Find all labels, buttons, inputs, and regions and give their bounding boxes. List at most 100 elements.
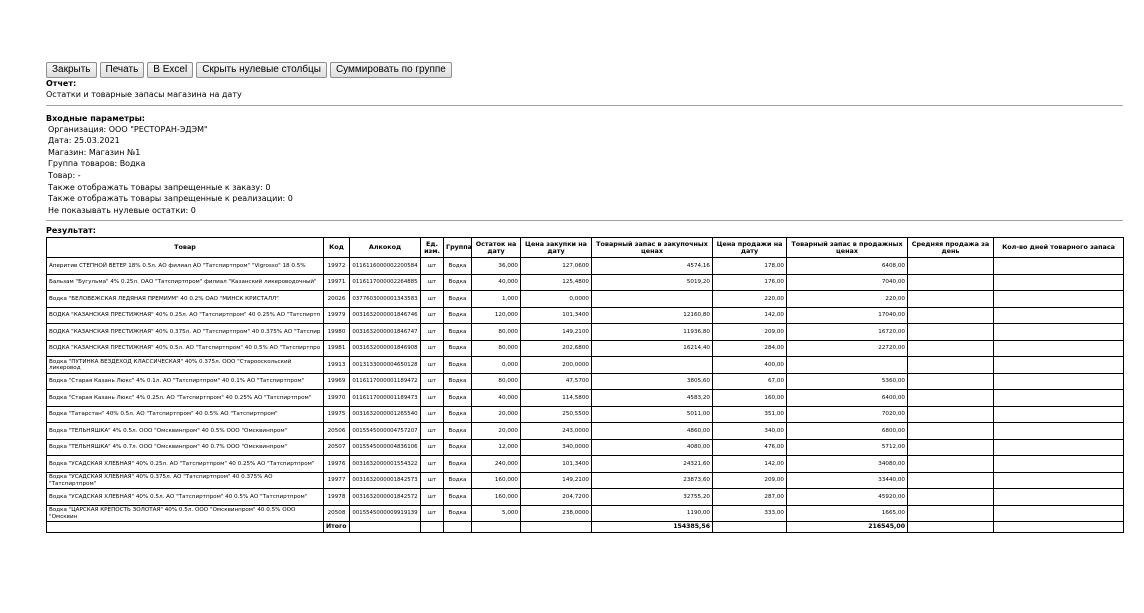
table-row: Водка "ТЕЛЬНЯШКА" 4% 0.7л. ООО "Омсквинп… [46,438,1124,457]
table-row: Водка "УСАДСКАЯ ХЛЕБНАЯ" 40% 0.25л. АО "… [46,455,1124,473]
cell-avg-sale [907,323,994,341]
table-row: Водка "Старая Казань Люкс" 4% 0.1л. АО "… [46,372,1124,391]
cell-unit: шт [420,306,444,325]
cell-product: Водка "Татарстан" 40% 0.5л. АО "Татспирт… [46,405,324,424]
close-button[interactable]: Закрыть [46,62,97,78]
result-table: Товар Код Алкокод Ед. изм. Группа Остато… [46,237,1124,534]
cell-sale-price: 67,00 [712,372,787,391]
column-header: Кол-во дней товарного запаса [993,237,1124,259]
cell-product: ВОДКА "КАЗАНСКАЯ ПРЕСТИЖНАЯ" 40% 0.25л. … [46,306,324,325]
cell-sale-stock: 7020,00 [786,405,908,424]
cell-sale-stock: 5360,00 [786,372,908,391]
cell-purchase-price: 204,7200 [520,488,592,506]
cell-group: Водка [443,356,472,374]
cell-purchase-stock: 5019,20 [591,273,713,292]
cell-code: 19975 [323,405,350,424]
cell-alcocode: 0031632000001846746 [349,306,421,325]
hide-zero-columns-button[interactable]: Скрыть нулевые столбцы [196,62,327,78]
cell-sale-stock: 1665,00 [786,504,908,523]
cell-group: Водка [443,306,472,325]
cell-sale-price: 284,00 [712,339,787,358]
cell-stock: 80,000 [471,372,521,391]
toolbar: Закрыть Печать В Excel Скрыть нулевые ст… [46,62,1124,78]
cell-unit: шт [420,488,444,506]
cell-sale-price: 400,00 [712,356,787,374]
cell-code: 20508 [323,504,350,523]
cell-sale-stock: 22720,00 [786,339,908,358]
cell-product: Водка "ТЕЛЬНЯШКА" 4% 0.7л. ООО "Омсквинп… [46,438,324,457]
cell-sale-price: 351,00 [712,405,787,424]
param-line: Группа товаров: Водка [48,159,146,169]
sum-by-group-button[interactable]: Суммировать по группе [329,62,452,78]
cell-purchase-stock: 32755,20 [591,488,713,506]
cell-purchase-price: 0,0000 [520,290,592,308]
param-line: Магазин: Магазин №1 [48,147,141,157]
cell-purchase-stock: 12160,80 [591,306,713,325]
cell-group: Водка [443,257,472,275]
cell-stock: 5,000 [471,504,521,523]
cell-code: 19981 [323,339,350,358]
export-excel-button[interactable]: В Excel [147,62,194,78]
cell-sale-price: 476,00 [712,438,787,457]
cell-stock: 40,000 [471,273,521,292]
cell-stock-days [993,455,1124,473]
cell-unit: шт [420,504,444,523]
cell-purchase-price: 250,5500 [520,405,592,424]
cell-group: Водка [443,372,472,391]
report-section: Отчет: Остатки и товарные запасы магазин… [46,79,1124,101]
params-heading: Входные параметры: [46,113,145,123]
cell-unit: шт [420,290,444,308]
cell-unit: шт [420,273,444,292]
cell-stock-days [993,422,1124,440]
cell-group: Водка [443,290,472,308]
param-line: Также отображать товары запрещенные к ре… [48,194,293,204]
cell-avg-sale [907,455,994,473]
cell-purchase-price: 243,0000 [520,422,592,440]
cell-sale-price: 176,00 [712,273,787,292]
result-heading: Результат: [46,226,96,236]
cell-stock-days [993,356,1124,374]
cell-sale-price: 287,00 [712,488,787,506]
table-body: Аперитив СТЕПНОЙ ВЕТЕР 18% 0.5л. АО фили… [46,257,1124,534]
cell-purchase-price: 200,0000 [520,356,592,374]
cell-code: 19972 [323,257,350,275]
cell-purchase-stock: 4860,00 [591,422,713,440]
cell-stock-days [993,504,1124,523]
cell-unit: шт [420,323,444,341]
column-header: Цена закупки на дату [520,237,592,259]
cell-group: Водка [443,323,472,341]
table-row: Водка "БЕЛОВЕЖСКАЯ ЛЕДЯНАЯ ПРЕМИУМ" 40 0… [46,290,1124,308]
total-empty-cell [46,521,324,534]
cell-code: 19969 [323,372,350,391]
cell-purchase-price: 149,2100 [520,323,592,341]
cell-purchase-price: 340,0000 [520,438,592,457]
table-row: Водка "ТЕЛЬНЯШКА" 4% 0.5л. ООО "Омсквинп… [46,422,1124,440]
column-header: Товарный запас в закупочных ценах [591,237,713,259]
column-header: Ед. изм. [420,237,444,259]
cell-avg-sale [907,372,994,391]
divider [46,220,1123,222]
cell-stock: 120,000 [471,306,521,325]
cell-sale-stock: 33440,00 [786,471,908,490]
cell-alcocode: 0377603000001343583 [349,290,421,308]
print-button[interactable]: Печать [99,62,145,78]
cell-stock-days [993,471,1124,490]
cell-unit: шт [420,339,444,358]
cell-sale-price: 220,00 [712,290,787,308]
cell-code: 20507 [323,438,350,457]
cell-stock: 80,000 [471,339,521,358]
cell-code: 19970 [323,389,350,407]
param-line: Организация: ООО "РЕСТОРАН-ЭДЭМ" [48,124,208,134]
cell-sale-stock [786,356,908,374]
cell-alcocode: 0031632000001846747 [349,323,421,341]
params-section: Входные параметры: Организация: ООО "РЕС… [46,114,1124,217]
cell-product: ВОДКА "КАЗАНСКАЯ ПРЕСТИЖНАЯ" 40% 0.5л. А… [46,339,324,358]
column-header: Код [323,237,350,259]
cell-purchase-stock: 24321,60 [591,455,713,473]
cell-sale-stock: 6800,00 [786,422,908,440]
cell-code: 19976 [323,455,350,473]
cell-unit: шт [420,372,444,391]
cell-alcocode: 0116116000002200584 [349,257,421,275]
table-row: Аперитив СТЕПНОЙ ВЕТЕР 18% 0.5л. АО фили… [46,257,1124,275]
cell-group: Водка [443,405,472,424]
